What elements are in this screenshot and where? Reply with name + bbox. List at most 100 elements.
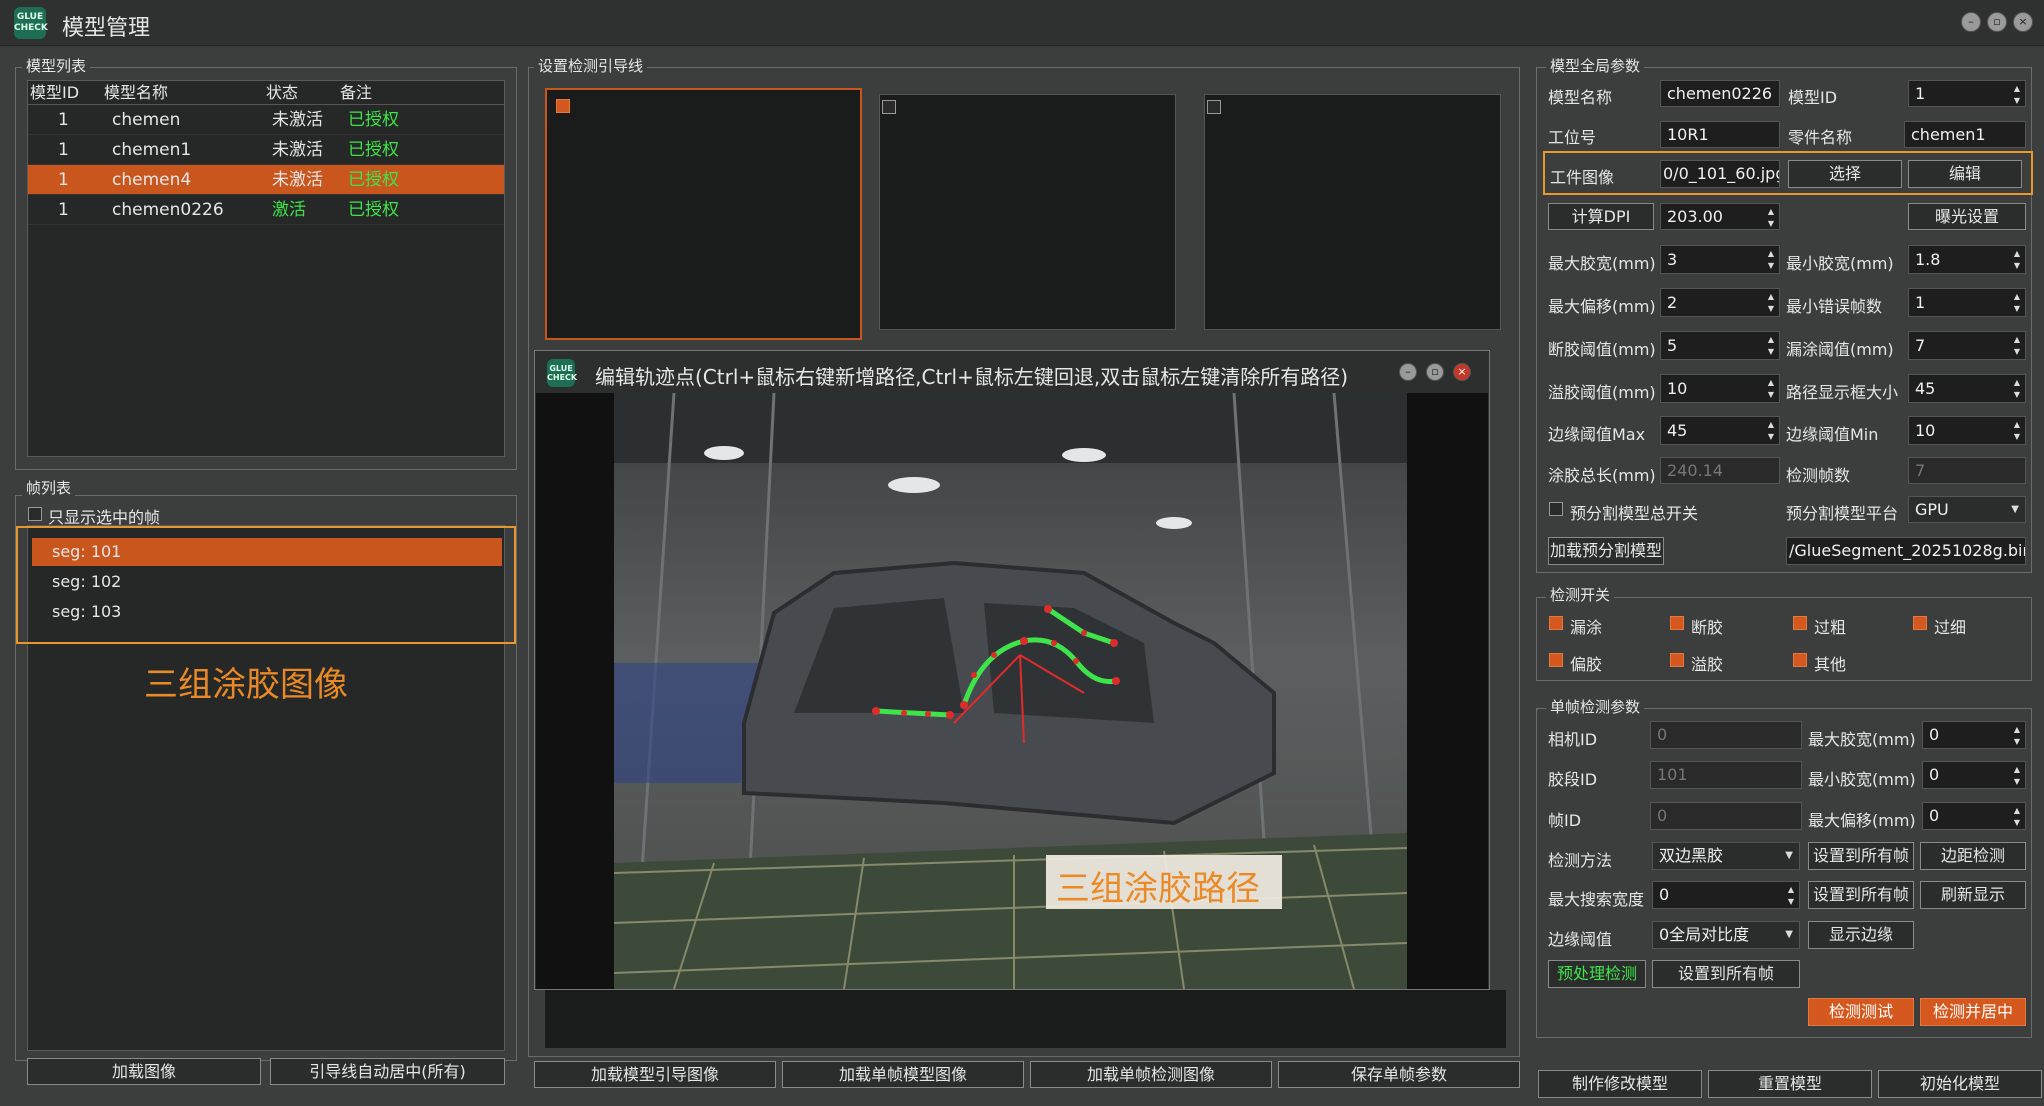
- spin-arrows-icon[interactable]: ▲ ▼: [2011, 377, 2023, 401]
- preseg-switch-checkbox[interactable]: [1549, 502, 1563, 516]
- cell-note: 已授权: [348, 140, 399, 160]
- part-name-field[interactable]: chemen1: [1904, 121, 2026, 148]
- path-box-size-label: 路径显示框大小: [1786, 383, 1899, 402]
- min-width-field[interactable]: 1.8 ▲ ▼: [1908, 245, 2026, 274]
- spin-arrows-icon[interactable]: ▲ ▼: [2011, 291, 2023, 315]
- switch-checkbox-thick[interactable]: [1793, 616, 1807, 630]
- overflow-threshold-field[interactable]: 10 ▲ ▼: [1660, 374, 1780, 403]
- min-error-frames-field[interactable]: 1 ▲ ▼: [1908, 288, 2026, 317]
- editor-restore-icon[interactable]: ▫: [1426, 363, 1444, 381]
- reset-model-button[interactable]: 重置模型: [1708, 1070, 1872, 1098]
- save-single-params-button[interactable]: 保存单帧参数: [1278, 1061, 1520, 1088]
- table-row[interactable]: 1 chemen 未激活 已授权: [28, 105, 504, 135]
- set-all-frames-button-3[interactable]: 设置到所有帧: [1652, 960, 1800, 988]
- switch-checkbox-break[interactable]: [1670, 616, 1684, 630]
- make-model-button[interactable]: 制作修改模型: [1538, 1070, 1702, 1098]
- path-box-size-field[interactable]: 45 ▲ ▼: [1908, 374, 2026, 403]
- load-image-button[interactable]: 加载图像: [27, 1058, 261, 1085]
- edge-max-field[interactable]: 45 ▲ ▼: [1660, 416, 1780, 445]
- preseg-platform-value: GPU: [1915, 500, 1949, 519]
- single-min-width-field[interactable]: 0 ▲ ▼: [1922, 761, 2026, 789]
- model-id-field[interactable]: 1 ▲ ▼: [1908, 80, 2026, 107]
- guide-thumb-3[interactable]: [1204, 94, 1501, 330]
- detect-test-button[interactable]: 检测测试: [1808, 998, 1914, 1026]
- method-select[interactable]: 双边黑胶 ▼: [1652, 842, 1800, 870]
- preprocess-detect-button[interactable]: 预处理检测: [1548, 960, 1646, 988]
- set-all-frames-button-2[interactable]: 设置到所有帧: [1808, 881, 1914, 909]
- editor-close-icon[interactable]: ×: [1453, 363, 1471, 381]
- max-width-field[interactable]: 3 ▲ ▼: [1660, 245, 1780, 274]
- load-guide-image-button[interactable]: 加载模型引导图像: [534, 1061, 776, 1088]
- single-max-offset-label: 最大偏移(mm): [1808, 811, 1916, 830]
- cell-status: 未激活: [272, 110, 323, 130]
- station-field[interactable]: 10R1: [1660, 121, 1780, 148]
- show-selected-checkbox[interactable]: [28, 507, 42, 521]
- spin-arrows-icon[interactable]: ▲ ▼: [2011, 419, 2023, 443]
- spin-arrows-icon[interactable]: ▲ ▼: [1785, 884, 1797, 908]
- single-max-offset-field[interactable]: 0 ▲ ▼: [1922, 802, 2026, 830]
- editor-canvas[interactable]: 三组涂胶路径: [536, 393, 1488, 989]
- table-row-selected[interactable]: 1 chemen4 未激活 已授权: [28, 165, 504, 195]
- search-width-field[interactable]: 0 ▲ ▼: [1652, 881, 1800, 909]
- guide-thumb-2[interactable]: [879, 94, 1176, 330]
- preseg-file-field[interactable]: /GlueSegment_20251028g.bin: [1786, 537, 2026, 565]
- switch-checkbox-offset[interactable]: [1549, 653, 1563, 667]
- preseg-platform-select[interactable]: GPU ▼: [1908, 496, 2026, 523]
- thumb-checkbox[interactable]: [882, 100, 896, 114]
- edge-threshold-select[interactable]: 0全局对比度 ▼: [1652, 921, 1800, 949]
- minimize-icon[interactable]: –: [1961, 12, 1981, 32]
- edit-image-button[interactable]: 编辑: [1908, 160, 2022, 188]
- spin-arrows-icon[interactable]: ▲ ▼: [2011, 805, 2023, 829]
- dpi-field[interactable]: 203.00 ▲ ▼: [1660, 203, 1780, 230]
- model-name-field[interactable]: chemen0226: [1660, 80, 1780, 107]
- table-row[interactable]: 1 chemen1 未激活 已授权: [28, 135, 504, 165]
- model-table[interactable]: 模型ID 模型名称 状态 备注 1 chemen 未激活 已授权 1 cheme…: [27, 80, 505, 457]
- load-single-model-button[interactable]: 加载单帧模型图像: [782, 1061, 1024, 1088]
- calc-dpi-button[interactable]: 计算DPI: [1548, 203, 1654, 230]
- choose-image-button[interactable]: 选择: [1788, 160, 1902, 188]
- switch-checkbox-leak[interactable]: [1549, 616, 1563, 630]
- refresh-display-button[interactable]: 刷新显示: [1920, 881, 2026, 909]
- table-row[interactable]: 1 chemen0226 激活 已授权: [28, 195, 504, 225]
- spin-arrows-icon[interactable]: ▲ ▼: [2011, 83, 2023, 106]
- exposure-button[interactable]: 曝光设置: [1908, 203, 2026, 230]
- spin-arrows-icon[interactable]: ▲ ▼: [2011, 724, 2023, 748]
- overflow-threshold-label: 溢胶阈值(mm): [1548, 383, 1656, 402]
- work-image-field[interactable]: 0/0_101_60.jpg: [1660, 160, 1780, 188]
- guide-thumb-1[interactable]: [545, 88, 862, 340]
- spin-arrows-icon[interactable]: ▲ ▼: [1765, 291, 1777, 315]
- close-icon[interactable]: ×: [2013, 12, 2033, 32]
- load-preseg-button[interactable]: 加载预分割模型: [1548, 537, 1664, 565]
- set-all-frames-button-1[interactable]: 设置到所有帧: [1808, 842, 1914, 870]
- break-threshold-field[interactable]: 5 ▲ ▼: [1660, 331, 1780, 360]
- edge-detect-button[interactable]: 边距检测: [1920, 842, 2026, 870]
- thumb-checkbox[interactable]: [1207, 100, 1221, 114]
- spin-arrows-icon[interactable]: ▲ ▼: [2011, 334, 2023, 358]
- load-single-detect-button[interactable]: 加载单帧检测图像: [1030, 1061, 1272, 1088]
- spin-arrows-icon[interactable]: ▲ ▼: [2011, 248, 2023, 272]
- switch-checkbox-thin[interactable]: [1913, 616, 1927, 630]
- init-model-button[interactable]: 初始化模型: [1878, 1070, 2042, 1098]
- thumb-checkbox[interactable]: [556, 99, 570, 113]
- spin-arrows-icon[interactable]: ▲ ▼: [1765, 334, 1777, 358]
- auto-center-button[interactable]: 引导线自动居中(所有): [270, 1058, 505, 1085]
- overflow-threshold-value: 10: [1667, 379, 1688, 398]
- single-max-width-field[interactable]: 0 ▲ ▼: [1922, 721, 2026, 749]
- spin-arrows-icon[interactable]: ▲ ▼: [1765, 419, 1777, 443]
- seg-id-label: 胶段ID: [1548, 770, 1598, 789]
- spin-arrows-icon[interactable]: ▲ ▼: [1765, 248, 1777, 272]
- max-offset-field[interactable]: 2 ▲ ▼: [1660, 288, 1780, 317]
- spin-arrows-icon[interactable]: ▲ ▼: [1765, 206, 1777, 229]
- detect-center-button[interactable]: 检测并居中: [1920, 998, 2026, 1026]
- restore-icon[interactable]: ▫: [1987, 12, 2007, 32]
- leak-threshold-field[interactable]: 7 ▲ ▼: [1908, 331, 2026, 360]
- switch-checkbox-overflow[interactable]: [1670, 653, 1684, 667]
- single-max-offset-value: 0: [1929, 806, 1940, 825]
- edge-min-field[interactable]: 10 ▲ ▼: [1908, 416, 2026, 445]
- editor-minimize-icon[interactable]: –: [1399, 363, 1417, 381]
- spin-arrows-icon[interactable]: ▲ ▼: [1765, 377, 1777, 401]
- cell-name: chemen0226: [112, 200, 224, 220]
- switch-checkbox-other[interactable]: [1793, 653, 1807, 667]
- spin-arrows-icon[interactable]: ▲ ▼: [2011, 764, 2023, 788]
- show-edge-button[interactable]: 显示边缘: [1808, 921, 1914, 949]
